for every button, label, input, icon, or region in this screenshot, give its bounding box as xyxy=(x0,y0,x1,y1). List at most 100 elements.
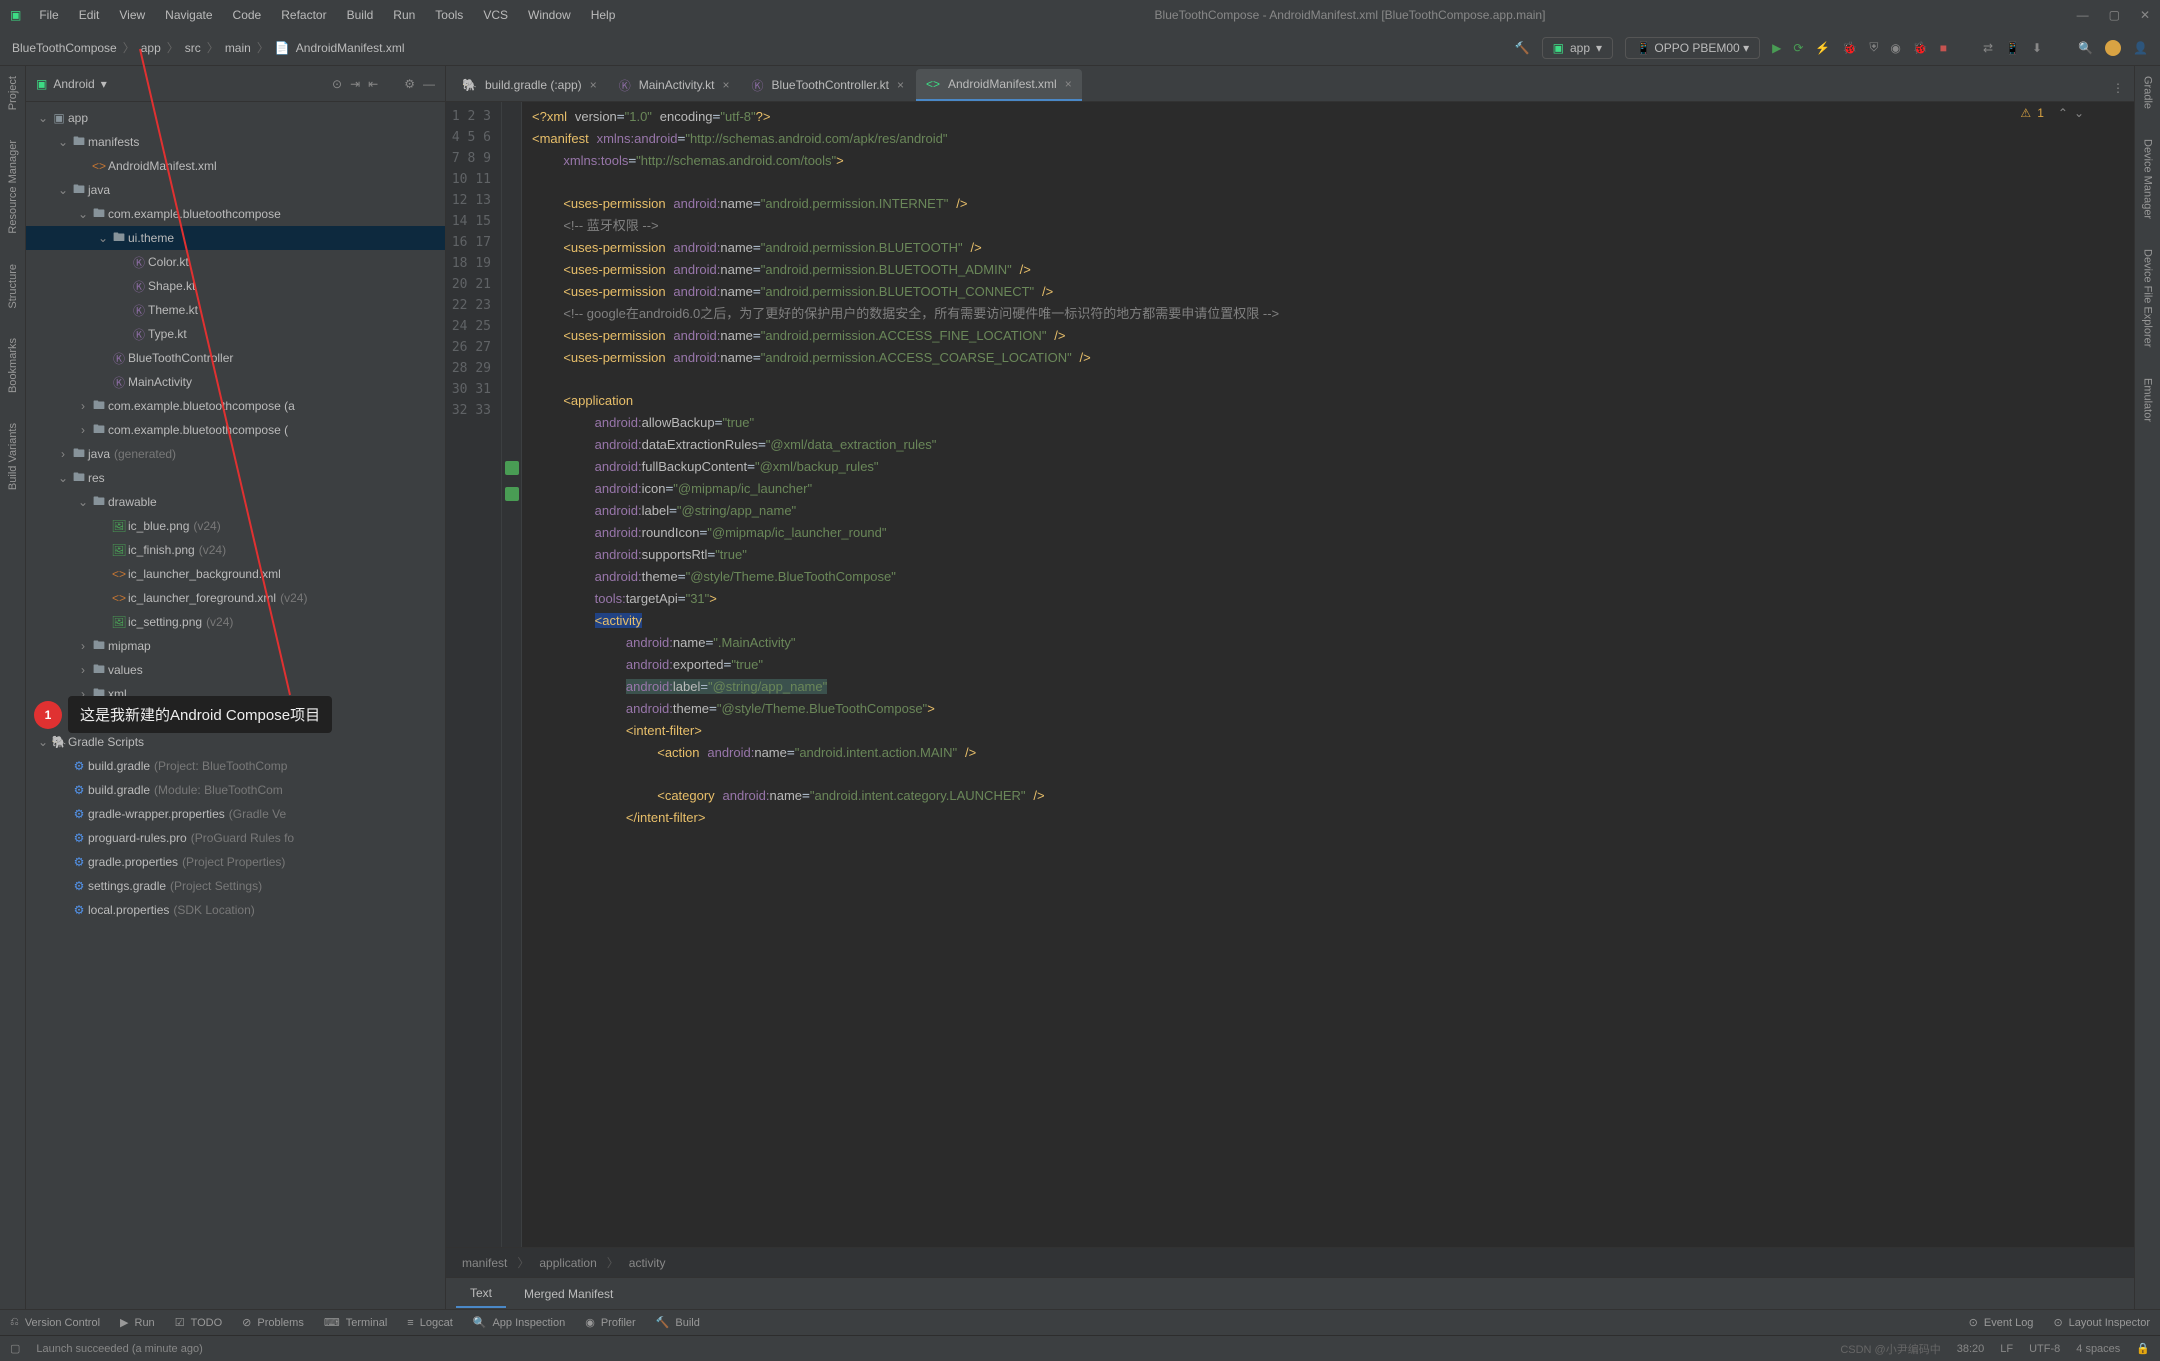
line-gutter[interactable]: 1 2 3 4 5 6 7 8 9 10 11 12 13 14 15 16 1… xyxy=(446,102,502,1247)
bottom-tool-build[interactable]: 🔨Build xyxy=(656,1316,700,1329)
tool-tab-resource-manager[interactable]: Resource Manager xyxy=(7,140,19,234)
user-icon[interactable]: 👤 xyxy=(2133,41,2148,55)
tree-node[interactable]: <> AndroidManifest.xml xyxy=(26,154,445,178)
hide-icon[interactable]: — xyxy=(423,77,435,91)
make-icon[interactable]: 🔨 xyxy=(1515,41,1530,55)
run-gutter-icon[interactable] xyxy=(505,461,519,475)
menu-run[interactable]: Run xyxy=(385,4,423,26)
breadcrumb-item[interactable]: AndroidManifest.xml xyxy=(296,41,405,55)
tree-node[interactable]: <> ic_launcher_background.xml xyxy=(26,562,445,586)
tree-node[interactable]: ⚙ local.properties(SDK Location) xyxy=(26,898,445,922)
tree-node[interactable]: 🖼 ic_setting.png(v24) xyxy=(26,610,445,634)
menu-file[interactable]: File xyxy=(31,4,66,26)
menu-view[interactable]: View xyxy=(111,4,153,26)
close-tab-icon[interactable]: × xyxy=(723,78,730,92)
chevron-right-icon[interactable]: › xyxy=(76,399,90,413)
menu-navigate[interactable]: Navigate xyxy=(157,4,220,26)
chevron-down-icon[interactable]: ⌄ xyxy=(56,471,70,485)
tool-window-toggle-icon[interactable]: ▢ xyxy=(10,1342,20,1355)
prev-icon[interactable]: ⌃ xyxy=(2058,106,2068,120)
tool-tab-structure[interactable]: Structure xyxy=(7,264,19,309)
code-area[interactable]: 1 2 3 4 5 6 7 8 9 10 11 12 13 14 15 16 1… xyxy=(446,102,2134,1247)
minimize-icon[interactable]: — xyxy=(2077,8,2089,22)
breadcrumb[interactable]: BlueToothCompose〉app〉src〉main〉📄 AndroidM… xyxy=(0,39,417,56)
expand-icon[interactable]: ⇥ xyxy=(350,77,360,91)
tree-node[interactable]: ›🖿 com.example.bluetoothcompose (a xyxy=(26,394,445,418)
chevron-right-icon[interactable]: › xyxy=(76,663,90,677)
sync-icon[interactable]: ⇄ xyxy=(1983,41,1993,55)
select-opened-icon[interactable]: ⊙ xyxy=(332,77,342,91)
breadcrumb-item[interactable]: app xyxy=(141,41,161,55)
tree-node[interactable]: <> ic_launcher_foreground.xml(v24) xyxy=(26,586,445,610)
tree-node[interactable]: ⌄🐘 Gradle Scripts xyxy=(26,730,445,754)
sub-tab[interactable]: Text xyxy=(456,1280,506,1308)
editor-tab[interactable]: ⓀBlueToothController.kt× xyxy=(742,69,914,101)
close-icon[interactable]: ✕ xyxy=(2140,8,2150,22)
breadcrumb-item[interactable]: src xyxy=(185,41,201,55)
tree-node[interactable]: ⚙ gradle.properties(Project Properties) xyxy=(26,850,445,874)
tool-tab-project[interactable]: Project xyxy=(7,76,19,110)
tree-node[interactable]: ⌄🖿 ui.theme xyxy=(26,226,445,250)
run-gutter-icon[interactable] xyxy=(505,487,519,501)
breadcrumb-item[interactable]: BlueToothCompose xyxy=(12,41,117,55)
editor-breadcrumb-item[interactable]: activity xyxy=(629,1256,666,1270)
chevron-right-icon[interactable]: › xyxy=(56,447,70,461)
avd-icon[interactable]: 📱 xyxy=(2005,41,2020,55)
chevron-right-icon[interactable]: › xyxy=(76,423,90,437)
tool-tab-gradle[interactable]: Gradle xyxy=(2142,76,2154,109)
breadcrumb-item[interactable]: main xyxy=(225,41,251,55)
stop-icon[interactable]: ■ xyxy=(1940,41,1947,55)
close-tab-icon[interactable]: × xyxy=(1065,77,1072,91)
tree-node[interactable]: Ⓚ BlueToothController xyxy=(26,346,445,370)
sub-tab[interactable]: Merged Manifest xyxy=(510,1281,627,1307)
bottom-tool-app-inspection[interactable]: 🔍App Inspection xyxy=(473,1316,565,1329)
bottom-tool-todo[interactable]: ☑TODO xyxy=(175,1316,222,1329)
tree-node[interactable]: Ⓚ Theme.kt xyxy=(26,298,445,322)
debug-icon[interactable]: 🐞 xyxy=(1842,41,1857,55)
tree-node[interactable]: ⚙ build.gradle(Project: BlueToothComp xyxy=(26,754,445,778)
editor-breadcrumb-item[interactable]: manifest xyxy=(462,1256,507,1270)
chevron-down-icon[interactable]: ⌄ xyxy=(56,135,70,149)
tree-node[interactable]: ⌄🖿 res xyxy=(26,466,445,490)
chevron-down-icon[interactable]: ⌄ xyxy=(36,111,50,125)
tree-node[interactable]: ⌄🖿 java xyxy=(26,178,445,202)
tree-node[interactable]: ⚙ gradle-wrapper.properties(Gradle Ve xyxy=(26,802,445,826)
bottom-tool-problems[interactable]: ⊘Problems xyxy=(242,1316,304,1329)
chevron-right-icon[interactable]: › xyxy=(76,639,90,653)
editor-tab[interactable]: <>AndroidManifest.xml× xyxy=(916,69,1082,101)
code-editor[interactable]: <?xml version="1.0" encoding="utf-8"?> <… xyxy=(522,102,2134,1247)
caret-position[interactable]: 38:20 xyxy=(1957,1343,1985,1355)
chevron-down-icon[interactable]: ⌄ xyxy=(76,495,90,509)
apply-changes-icon[interactable]: ⟳ xyxy=(1793,41,1803,55)
tree-node[interactable]: ⚙ settings.gradle(Project Settings) xyxy=(26,874,445,898)
editor-tab[interactable]: 🐘build.gradle (:app)× xyxy=(452,69,607,101)
chevron-down-icon[interactable]: ⌄ xyxy=(56,183,70,197)
menu-window[interactable]: Window xyxy=(520,4,579,26)
profile-icon[interactable]: ◉ xyxy=(1890,41,1900,55)
tree-node[interactable]: 🖼 ic_blue.png(v24) xyxy=(26,514,445,538)
menu-help[interactable]: Help xyxy=(583,4,624,26)
bottom-tool-layout-inspector[interactable]: ⊙Layout Inspector xyxy=(2053,1316,2150,1329)
next-icon[interactable]: ⌄ xyxy=(2074,106,2084,120)
gear-icon[interactable]: ⚙ xyxy=(404,77,415,91)
tool-tab-bookmarks[interactable]: Bookmarks xyxy=(7,338,19,393)
editor-breadcrumb[interactable]: manifest〉application〉activity xyxy=(446,1247,2134,1277)
close-tab-icon[interactable]: × xyxy=(590,78,597,92)
editor-breadcrumb-item[interactable]: application xyxy=(539,1256,596,1270)
tab-menu-icon[interactable]: ⋮ xyxy=(2102,75,2134,101)
tree-node[interactable]: ⚙ proguard-rules.pro(ProGuard Rules fo xyxy=(26,826,445,850)
menu-refactor[interactable]: Refactor xyxy=(273,4,334,26)
readonly-icon[interactable]: 🔒 xyxy=(2136,1342,2150,1355)
editor-tab[interactable]: ⓀMainActivity.kt× xyxy=(609,69,740,101)
device-selector[interactable]: 📱 OPPO PBEM00 ▾ xyxy=(1625,37,1760,59)
attach-debugger-icon[interactable]: 🐞 xyxy=(1913,41,1928,55)
run-config-selector[interactable]: ▣ app ▾ xyxy=(1542,37,1613,59)
menu-tools[interactable]: Tools xyxy=(427,4,471,26)
tool-tab-build-variants[interactable]: Build Variants xyxy=(7,423,19,490)
tree-node[interactable]: Ⓚ Shape.kt xyxy=(26,274,445,298)
chevron-down-icon[interactable]: ⌄ xyxy=(96,231,110,245)
tree-node[interactable]: ›🖿 com.example.bluetoothcompose ( xyxy=(26,418,445,442)
sdk-icon[interactable]: ⬇ xyxy=(2032,41,2042,55)
search-icon[interactable]: 🔍 xyxy=(2078,41,2093,55)
tree-node[interactable]: ›🖿 values xyxy=(26,658,445,682)
